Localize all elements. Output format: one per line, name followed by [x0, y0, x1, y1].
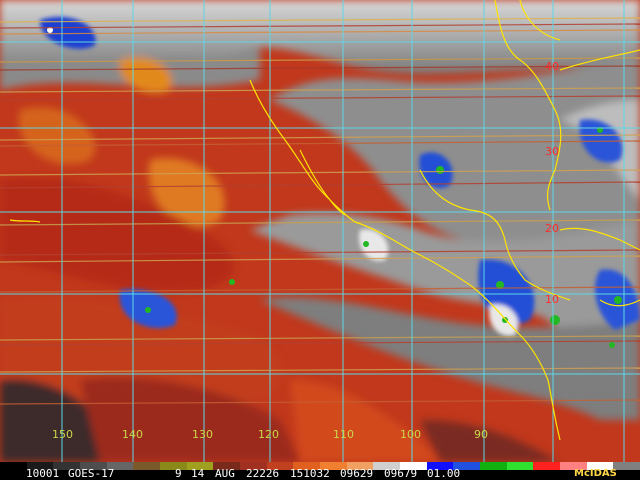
- lon-label: 130: [192, 428, 213, 441]
- lat-label: 20: [545, 222, 559, 235]
- satellite-name: GOES-17: [68, 467, 115, 480]
- lon-label: 100: [400, 428, 421, 441]
- product-info-text: 10001 GOES-17 9 14 AUG 22226 151032 0962…: [0, 468, 640, 480]
- lon-label: 110: [333, 428, 354, 441]
- lon-label: 150: [52, 428, 73, 441]
- value-b: 09679: [384, 467, 418, 480]
- lon-label: 140: [122, 428, 143, 441]
- band-number: 9: [175, 467, 182, 480]
- product-info-bar: 10001 GOES-17 9 14 AUG 22226 151032 0962…: [0, 462, 640, 480]
- lat-label: 10: [545, 293, 559, 306]
- day: 14: [191, 467, 205, 480]
- time-stamp: 151032: [290, 467, 330, 480]
- resolution: 01.00: [427, 467, 461, 480]
- lon-label: 120: [258, 428, 279, 441]
- julian-date: 22226: [246, 467, 280, 480]
- product-id: 10001: [26, 467, 60, 480]
- lat-label: 30: [545, 145, 559, 158]
- value-a: 09629: [340, 467, 374, 480]
- water-vapor-image: 40 30 20 10 150 140 130 120 110 100 90: [0, 0, 640, 462]
- month: AUG: [215, 467, 235, 480]
- satellite-frame: 40 30 20 10 150 140 130 120 110 100 90 1…: [0, 0, 640, 480]
- lon-label: 90: [474, 428, 488, 441]
- lat-label: 40: [545, 60, 559, 73]
- mcidas-logo: McIDAS: [574, 468, 617, 479]
